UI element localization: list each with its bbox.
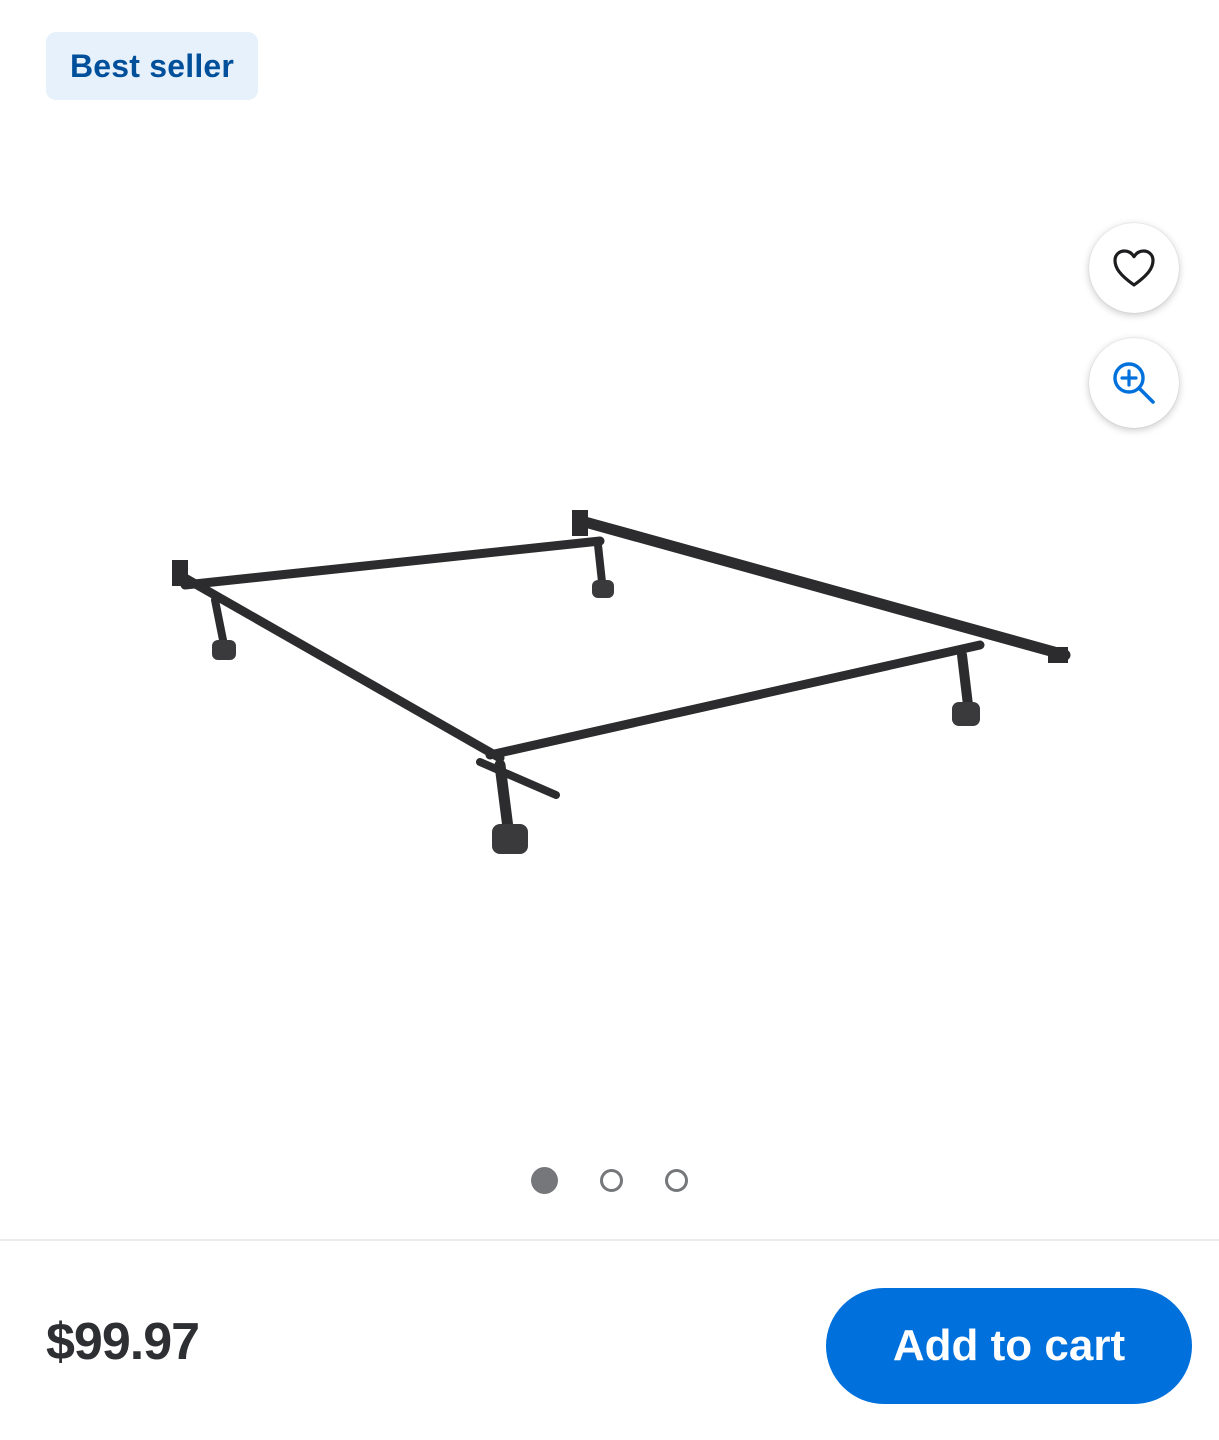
carousel-dot-1[interactable] bbox=[531, 1167, 558, 1194]
carousel-indicators bbox=[0, 1167, 1219, 1194]
price: $99.97 bbox=[46, 1313, 200, 1371]
carousel-dot-3[interactable] bbox=[665, 1169, 688, 1192]
heart-icon bbox=[1113, 249, 1155, 287]
footer-divider bbox=[0, 1239, 1219, 1241]
add-to-cart-button[interactable]: Add to cart bbox=[826, 1288, 1192, 1404]
carousel-dot-2[interactable] bbox=[600, 1169, 623, 1192]
zoom-in-icon bbox=[1113, 362, 1155, 404]
zoom-button[interactable] bbox=[1089, 338, 1179, 428]
product-page: Best seller $99.97 Add to cart bbox=[0, 0, 1219, 1440]
best-seller-label: Best seller bbox=[70, 47, 235, 84]
bed-frame-image bbox=[172, 510, 1071, 854]
favorite-button[interactable] bbox=[1089, 223, 1179, 313]
best-seller-badge: Best seller bbox=[46, 32, 259, 100]
